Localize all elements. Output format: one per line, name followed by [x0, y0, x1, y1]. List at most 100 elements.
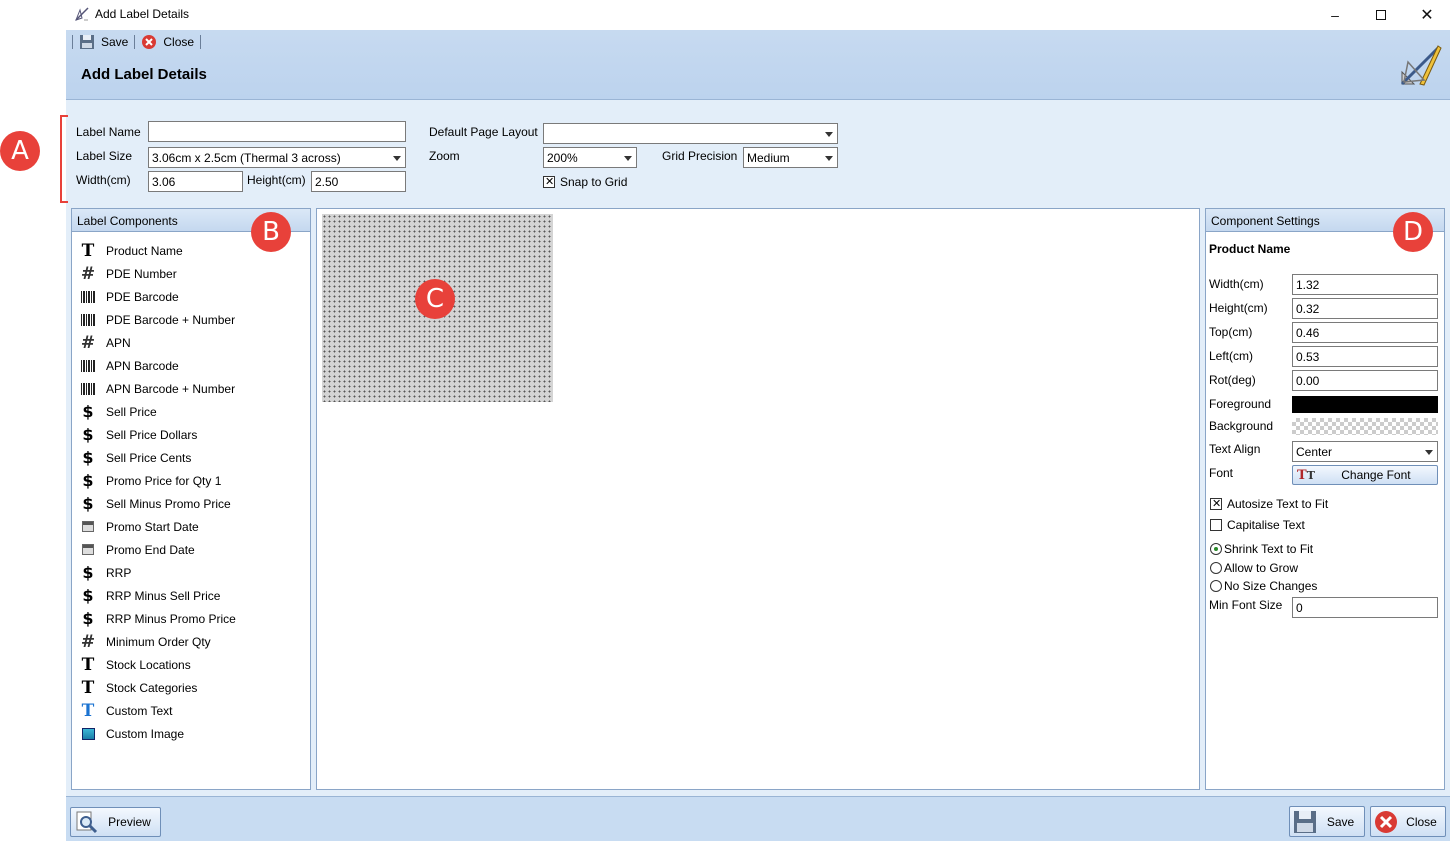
list-item-label: Sell Minus Promo Price [106, 496, 231, 511]
list-item[interactable]: Custom Image [78, 722, 310, 745]
autosize-checkbox[interactable]: Autosize Text to Fit [1210, 497, 1328, 511]
dollar-icon: $ [82, 448, 94, 467]
label-size-select[interactable]: 3.06cm x 2.5cm (Thermal 3 across) [148, 147, 406, 168]
list-item-label: Sell Price Cents [106, 450, 192, 465]
size-mode-radio[interactable]: Allow to Grow [1210, 561, 1298, 575]
list-item-label: RRP Minus Sell Price [106, 588, 221, 603]
label-name-label: Label Name [76, 125, 141, 139]
list-item[interactable]: T Custom Text [78, 699, 310, 722]
annotation-badge-c: C [415, 279, 455, 319]
snap-to-grid-label: Snap to Grid [560, 175, 628, 189]
default-page-layout-select[interactable] [543, 123, 838, 144]
settings-field-input[interactable]: 0.46 [1292, 322, 1438, 343]
footer-save-label: Save [1326, 814, 1355, 829]
list-item[interactable]: APN Barcode [78, 354, 310, 377]
toolbar: Save Close [70, 32, 203, 52]
window-close-button[interactable]: ✕ [1404, 0, 1450, 30]
footer-save-button[interactable]: Save [1289, 806, 1365, 837]
list-item[interactable]: $ Sell Price [78, 400, 310, 423]
label-size-label: Label Size [76, 149, 133, 163]
preview-button[interactable]: Preview [70, 807, 161, 837]
dollar-icon: $ [82, 471, 94, 490]
radio-selected-icon [1210, 543, 1222, 555]
foreground-color-swatch[interactable] [1292, 396, 1438, 413]
chevron-down-icon [825, 132, 833, 137]
hash-icon: # [80, 263, 96, 284]
size-mode-label: Allow to Grow [1224, 560, 1299, 575]
list-item[interactable]: T Stock Locations [78, 653, 310, 676]
height-input[interactable]: 2.50 [311, 171, 406, 192]
text-align-label: Text Align [1209, 442, 1261, 456]
list-item-label: APN [106, 335, 131, 350]
grid-precision-label: Grid Precision [662, 149, 738, 163]
annotation-badge-b: B [251, 212, 291, 252]
settings-field-label: Top(cm) [1209, 325, 1253, 339]
calendar-icon [78, 518, 98, 536]
zoom-select[interactable]: 200% [543, 147, 637, 168]
list-item[interactable]: Promo End Date [78, 538, 310, 561]
list-item-label: Stock Locations [106, 657, 191, 672]
close-circle-icon [142, 35, 157, 49]
list-item[interactable]: # APN [78, 331, 310, 354]
list-item-label: Custom Text [106, 703, 173, 718]
list-item-label: APN Barcode [106, 358, 179, 373]
list-item[interactable]: $ RRP Minus Promo Price [78, 607, 310, 630]
settings-field-input[interactable]: 0.00 [1292, 370, 1438, 391]
list-item[interactable]: $ RRP [78, 561, 310, 584]
floppy-disk-icon [1294, 810, 1316, 833]
component-settings-panel: Component Settings Product Name Width(cm… [1205, 208, 1445, 790]
list-item[interactable]: APN Barcode + Number [78, 377, 310, 400]
list-item[interactable]: $ Sell Price Dollars [78, 423, 310, 446]
list-item[interactable]: PDE Barcode + Number [78, 308, 310, 331]
chevron-down-icon [393, 156, 401, 161]
width-label: Width(cm) [76, 173, 131, 187]
barcode-icon [78, 311, 98, 329]
chevron-down-icon [1425, 450, 1433, 455]
background-color-swatch[interactable] [1292, 418, 1438, 435]
snap-to-grid-checkbox[interactable]: Snap to Grid [543, 175, 627, 189]
settings-field-label: Width(cm) [1209, 277, 1264, 291]
list-item-label: Promo End Date [106, 542, 195, 557]
hash-icon: # [80, 332, 96, 353]
list-item[interactable]: PDE Barcode [78, 285, 310, 308]
settings-field-input[interactable]: 0.32 [1292, 298, 1438, 319]
list-item[interactable]: Promo Start Date [78, 515, 310, 538]
settings-field-input[interactable]: 1.32 [1292, 274, 1438, 295]
capitalise-checkbox[interactable]: Capitalise Text [1210, 518, 1305, 532]
text-icon: T [81, 240, 95, 261]
annotation-badge-d: D [1393, 212, 1433, 252]
list-item[interactable]: # PDE Number [78, 262, 310, 285]
list-item[interactable]: T Stock Categories [78, 676, 310, 699]
label-name-input[interactable] [148, 121, 406, 142]
text-align-select[interactable]: Center [1292, 441, 1438, 462]
footer-close-button[interactable]: Close [1370, 806, 1446, 837]
size-mode-radio[interactable]: No Size Changes [1210, 579, 1317, 593]
list-item-label: Sell Price [106, 404, 157, 419]
toolbar-close-button[interactable]: Close [137, 34, 198, 50]
list-item-label: Sell Price Dollars [106, 427, 198, 442]
close-icon: ✕ [1420, 7, 1434, 24]
list-item-label: Minimum Order Qty [106, 634, 211, 649]
minimize-icon: – [1331, 7, 1339, 23]
list-item[interactable]: $ Sell Price Cents [78, 446, 310, 469]
toolbar-save-button[interactable]: Save [75, 34, 132, 50]
settings-field-input[interactable]: 0.53 [1292, 346, 1438, 367]
components-list: T Product Name # PDE Number PDE Barcode PDE B… [78, 239, 310, 745]
list-item[interactable]: $ RRP Minus Sell Price [78, 584, 310, 607]
grid-precision-select[interactable]: Medium [743, 147, 838, 168]
barcode-icon [78, 288, 98, 306]
drafting-tools-icon [1400, 45, 1442, 86]
change-font-label: Change Font [1341, 468, 1411, 482]
checkbox-checked-icon [1210, 497, 1222, 511]
list-item[interactable]: $ Promo Price for Qty 1 [78, 469, 310, 492]
maximize-button[interactable] [1358, 0, 1404, 30]
grid-precision-value: Medium [747, 151, 790, 165]
list-item[interactable]: # Minimum Order Qty [78, 630, 310, 653]
min-font-size-input[interactable]: 0 [1292, 597, 1438, 618]
list-item[interactable]: $ Sell Minus Promo Price [78, 492, 310, 515]
width-input[interactable]: 3.06 [148, 171, 243, 192]
change-font-button[interactable]: TT Change Font [1292, 465, 1438, 485]
size-mode-radio[interactable]: Shrink Text to Fit [1210, 542, 1313, 556]
minimize-button[interactable]: – [1312, 0, 1358, 30]
custom-text-icon: T [81, 700, 95, 721]
